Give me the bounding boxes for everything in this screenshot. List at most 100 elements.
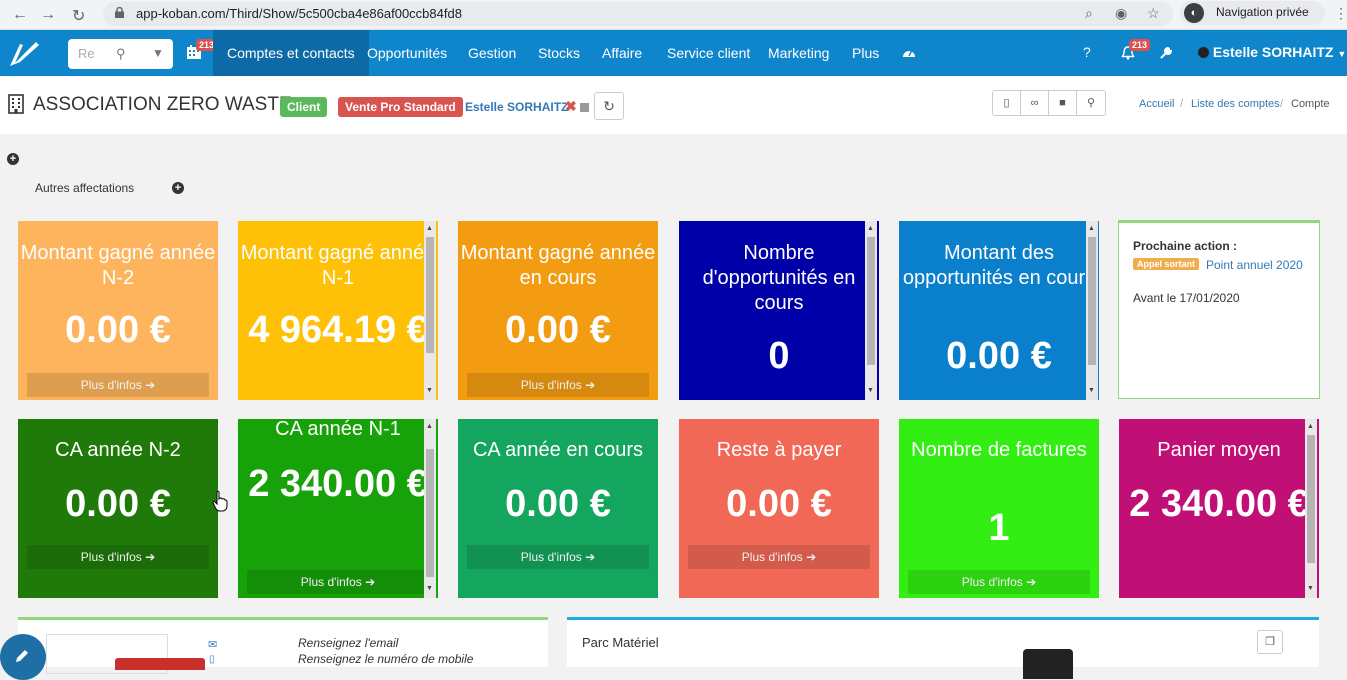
next-action-due: Avant le 17/01/2020: [1133, 291, 1240, 305]
more-info-link[interactable]: Plus d'infos ➔: [467, 545, 649, 569]
tracking-blocked-icon[interactable]: ◉: [1115, 5, 1127, 22]
user-name: Estelle SORHAITZ: [1212, 44, 1334, 60]
email-prompt[interactable]: Renseignez l'email: [298, 636, 398, 650]
bookmark-star-icon[interactable]: ☆: [1147, 5, 1160, 22]
breadcrumb-current: Compte: [1291, 98, 1330, 110]
more-info-link[interactable]: Plus d'infos ➔: [247, 570, 429, 594]
tile-value: 4 964.19 €: [248, 309, 428, 351]
page-title: ASSOCIATION ZERO WASTE: [33, 94, 292, 115]
wrench-icon[interactable]: [1160, 46, 1173, 59]
menu-plus[interactable]: Plus: [838, 30, 893, 76]
tile-value: 1: [988, 507, 1010, 549]
tile-title: CA année N-2: [55, 439, 181, 461]
more-info-link[interactable]: Plus d'infos ➔: [908, 570, 1090, 594]
tile-value: 0.00 €: [505, 309, 611, 351]
more-info-label: Plus d'infos: [80, 550, 142, 564]
tile-title: Nombre d'opportunités en cours: [702, 242, 856, 314]
search-icon[interactable]: ⚲: [116, 46, 126, 62]
owner-settings-icon[interactable]: [580, 103, 589, 112]
pdf-icon[interactable]: ▯: [993, 91, 1021, 115]
dashboard-icon[interactable]: [902, 46, 916, 58]
mobile-prompt[interactable]: Renseignez le numéro de mobile: [298, 652, 473, 666]
more-info-label: Plus d'infos: [961, 575, 1023, 589]
user-avatar: [1198, 47, 1209, 58]
lock-icon: [115, 7, 124, 18]
tile-remaining-payment: Reste à payer 0.00 € Plus d'infos ➔: [679, 419, 879, 598]
tile-value: 0.00 €: [65, 483, 171, 525]
tile-title: CA année N-1: [275, 419, 401, 440]
next-action-panel: Prochaine action : Point annuel 2020 App…: [1118, 220, 1320, 399]
add-icon[interactable]: +: [7, 153, 19, 165]
mobile-icon: ▯: [209, 654, 215, 665]
more-info-link[interactable]: Plus d'infos ➔: [688, 545, 870, 569]
pencil-icon: [16, 650, 28, 662]
search-input[interactable]: Re: [78, 46, 95, 61]
app-top-nav: Re ⚲ ▼ 213 Comptes et contacts Opportuni…: [0, 30, 1347, 76]
equipment-thumbnail: [1023, 649, 1073, 679]
menu-marketing[interactable]: Marketing: [754, 30, 843, 76]
more-info-link[interactable]: Plus d'infos ➔: [467, 373, 649, 397]
hand-cursor-icon: [212, 490, 228, 512]
category-label: Vente Pro Standard: [338, 97, 463, 117]
more-info-link[interactable]: Plus d'infos ➔: [27, 373, 209, 397]
tile-ca-n2: CA année N-2 0.00 € Plus d'infos ➔: [18, 419, 218, 598]
breadcrumb-home[interactable]: Accueil: [1139, 98, 1174, 110]
tile-value: 2 340.00 €: [1129, 483, 1309, 525]
incognito-label: Navigation privée: [1216, 5, 1309, 19]
scrollbar[interactable]: ▲ ▼: [1086, 221, 1098, 400]
menu-affaire[interactable]: Affaire: [588, 30, 656, 76]
user-menu[interactable]: Estelle SORHAITZ ▼: [1198, 44, 1346, 60]
tile-opportunities-amount: Montant des opportunités en cours 0.00 €: [899, 221, 1099, 400]
trash-icon[interactable]: ■: [1049, 91, 1077, 115]
incognito-indicator[interactable]: ◐ Navigation privée: [1180, 1, 1325, 25]
owner-link[interactable]: Estelle SORHAITZ: [465, 100, 568, 114]
menu-gestion[interactable]: Gestion: [454, 30, 530, 76]
tile-won-current: Montant gagné année en cours 0.00 € Plus…: [458, 221, 658, 400]
help-icon[interactable]: ?: [1083, 44, 1091, 60]
tile-average-basket: Panier moyen 2 340.00 €: [1119, 419, 1319, 598]
forward-icon[interactable]: →: [40, 6, 56, 24]
reload-icon[interactable]: ↻: [72, 6, 85, 26]
remove-owner-icon[interactable]: ✖: [565, 98, 577, 115]
koban-logo[interactable]: [6, 36, 42, 70]
tile-value: 0.00 €: [946, 335, 1052, 377]
tile-won-n1: Montant gagné année N-1 4 964.19 €: [238, 221, 438, 400]
notification-badge: 213: [1129, 39, 1151, 51]
add-assignment-icon[interactable]: +: [172, 182, 184, 194]
scrollbar[interactable]: ▲ ▼: [1305, 419, 1317, 598]
zoom-icon[interactable]: ⌕: [1085, 5, 1093, 22]
tile-value: 0.00 €: [65, 309, 171, 351]
tile-title: Montant gagné année N-2: [20, 242, 216, 289]
menu-service-client[interactable]: Service client: [653, 30, 764, 76]
more-info-link[interactable]: Plus d'infos ➔: [27, 545, 209, 569]
refresh-button[interactable]: ↻: [594, 92, 624, 120]
more-info-label: Plus d'infos: [520, 378, 582, 392]
tile-title: Montant gagné année N-1: [240, 242, 436, 289]
more-info-label: Plus d'infos: [741, 550, 803, 564]
menu-comptes-contacts[interactable]: Comptes et contacts: [213, 30, 369, 76]
tile-title: CA année en cours: [472, 439, 644, 461]
menu-stocks[interactable]: Stocks: [524, 30, 594, 76]
tile-opportunities-count: Nombre d'opportunités en cours 0: [679, 221, 879, 400]
logo-button[interactable]: [115, 658, 205, 670]
back-icon[interactable]: ←: [12, 6, 28, 24]
menu-opportunites[interactable]: Opportunités: [353, 30, 461, 76]
map-marker-icon[interactable]: ⚲: [1077, 91, 1105, 115]
tile-title: Montant des opportunités en cours: [902, 242, 1096, 289]
caret-down-icon: ▼: [1337, 49, 1347, 59]
tile-ca-n1: CA année N-1 2 340.00 € Plus d'infos ➔: [238, 419, 438, 598]
client-label: Client: [280, 97, 328, 117]
equipment-panel: Parc Matériel ❐: [567, 617, 1319, 679]
scrollbar[interactable]: ▲ ▼: [424, 221, 436, 400]
search-box[interactable]: Re ⚲ ▼: [68, 39, 173, 69]
edit-fab[interactable]: [0, 634, 46, 680]
scrollbar[interactable]: ▲ ▼: [865, 221, 877, 400]
link-icon[interactable]: ∞: [1021, 91, 1049, 115]
scrollbar[interactable]: ▲ ▼: [424, 419, 436, 598]
address-bar[interactable]: app-koban.com/Third/Show/5c500cba4e86af0…: [103, 2, 1173, 26]
equipment-title: Parc Matériel: [582, 635, 659, 650]
filter-icon[interactable]: ▼: [152, 46, 164, 60]
breadcrumb-accounts[interactable]: Liste des comptes: [1191, 98, 1280, 110]
copy-icon[interactable]: ❐: [1257, 630, 1283, 654]
browser-menu-icon[interactable]: ⋮: [1334, 5, 1347, 22]
